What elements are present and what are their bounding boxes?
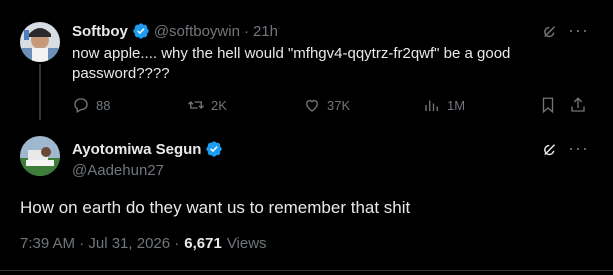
bookmark-icon[interactable]: [539, 96, 557, 119]
verified-badge-icon: [132, 22, 150, 40]
repost-icon: [187, 96, 205, 114]
display-name[interactable]: Ayotomiwa Segun: [72, 141, 201, 158]
more-icon[interactable]: ···: [568, 20, 589, 41]
grok-icon[interactable]: [541, 23, 559, 46]
reply-count: 88: [96, 97, 111, 113]
tweet-meta: 7:39 AM · Jul 31, 2026 · 6,671 Views: [20, 235, 267, 252]
grok-icon[interactable]: [541, 141, 559, 164]
views-icon: [423, 96, 441, 114]
repost-button[interactable]: 2K: [187, 96, 227, 114]
timestamp[interactable]: 7:39 AM · Jul 31, 2026 ·: [20, 235, 179, 252]
views-count: 1M: [447, 97, 466, 113]
handle[interactable]: @Aadehun27: [72, 162, 164, 179]
parent-tweet-text: now apple.... why the hell would "mfhgv4…: [72, 44, 592, 84]
like-icon: [303, 96, 321, 114]
avatar-softboy[interactable]: [20, 22, 60, 62]
share-icon[interactable]: [569, 96, 587, 119]
parent-tweet-header: Softboy @softboywin · 21h: [72, 22, 278, 40]
avatar-ayotomiwa[interactable]: [20, 136, 60, 176]
time-ago[interactable]: 21h: [253, 23, 278, 40]
thread-connector-line: [39, 64, 41, 120]
main-tweet-header: Ayotomiwa Segun: [72, 140, 223, 158]
separator: ·: [243, 22, 249, 40]
parent-tweet-line-2: password????: [72, 65, 170, 82]
display-name[interactable]: Softboy: [72, 23, 128, 40]
like-button[interactable]: 37K: [303, 96, 350, 114]
main-tweet-text: How on earth do they want us to remember…: [20, 198, 411, 217]
like-count: 37K: [327, 97, 351, 113]
reply-button[interactable]: 88: [72, 96, 110, 114]
repost-count: 2K: [211, 97, 227, 113]
divider: [0, 270, 613, 271]
views-number: 6,671: [184, 235, 222, 252]
views-label: Views: [226, 235, 267, 252]
handle[interactable]: @softboywin: [154, 23, 240, 40]
reply-icon: [72, 96, 90, 114]
parent-tweet-line-1: now apple.... why the hell would "mfhgv4…: [72, 45, 511, 62]
verified-badge-icon: [205, 140, 223, 158]
views-button[interactable]: 1M: [423, 96, 465, 114]
more-icon[interactable]: ···: [568, 138, 589, 159]
